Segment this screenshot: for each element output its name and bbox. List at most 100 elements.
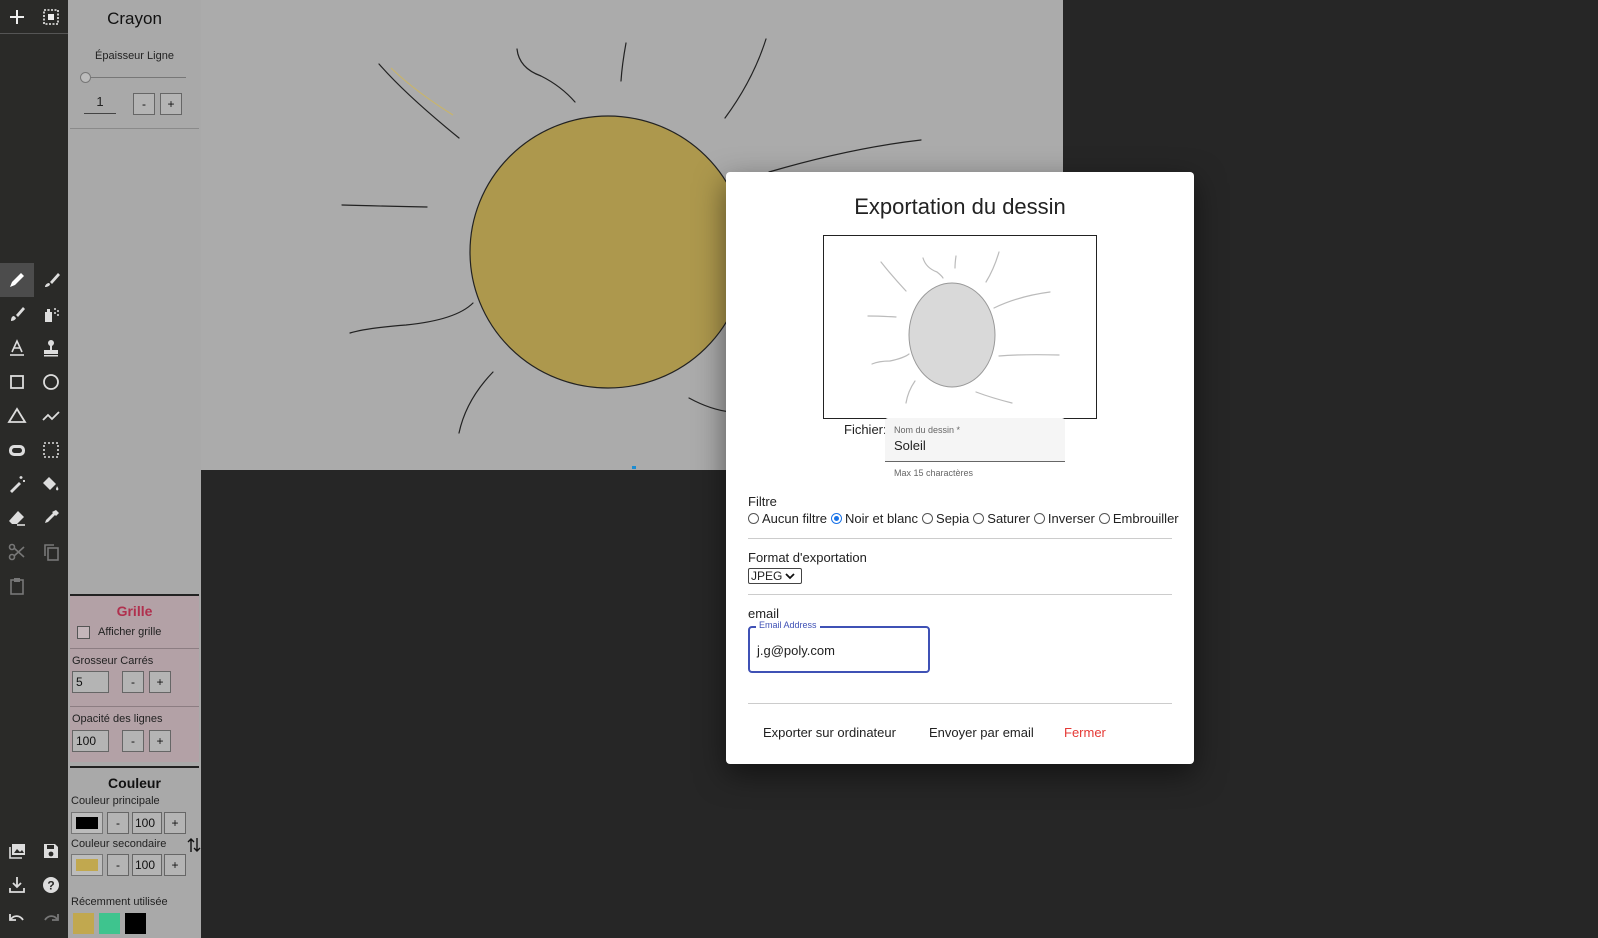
thickness-minus-button[interactable]: - bbox=[133, 93, 155, 115]
grid-size-field[interactable]: 5 bbox=[72, 671, 109, 693]
secondary-opacity-plus-button[interactable]: + bbox=[164, 854, 186, 876]
grid-size-minus-button[interactable]: - bbox=[122, 671, 144, 693]
secondary-opacity-minus-button[interactable]: - bbox=[107, 854, 129, 876]
recent-colors-list bbox=[73, 913, 146, 934]
gallery-icon[interactable] bbox=[0, 834, 34, 868]
thickness-label: Épaisseur Ligne bbox=[95, 50, 174, 62]
primary-opacity-plus-button[interactable]: + bbox=[164, 812, 186, 834]
email-input[interactable]: Email Address j.g@poly.com bbox=[748, 620, 930, 673]
show-grid-checkbox[interactable] bbox=[77, 626, 90, 639]
grid-opacity-label: Opacité des lignes bbox=[72, 713, 163, 725]
filter-label: Filtre bbox=[748, 494, 777, 509]
grid-opacity-field[interactable]: 100 bbox=[72, 730, 109, 752]
eraser-icon[interactable] bbox=[0, 501, 34, 535]
select-all-icon[interactable] bbox=[34, 0, 68, 34]
filter-radio-group: Aucun filtre Noir et blanc Sepia Saturer Inv… bbox=[748, 511, 1183, 526]
pencil-icon[interactable] bbox=[0, 263, 34, 297]
undo-icon[interactable] bbox=[0, 902, 34, 936]
thickness-plus-button[interactable]: + bbox=[160, 93, 182, 115]
send-by-email-button[interactable]: Envoyer par email bbox=[919, 719, 1044, 746]
grid-divider bbox=[70, 706, 199, 707]
filter-option[interactable]: Embrouiller bbox=[1098, 511, 1179, 526]
dialog-title: Exportation du dessin bbox=[854, 194, 1066, 219]
email-section-label: email bbox=[748, 606, 780, 621]
filter-option[interactable]: Sepia bbox=[922, 511, 969, 526]
filter-option[interactable]: Saturer bbox=[973, 511, 1030, 526]
grid-section-title: Grille bbox=[116, 603, 153, 619]
filter-radio[interactable] bbox=[973, 513, 985, 524]
filter-radio[interactable] bbox=[1098, 513, 1110, 524]
drawing-name-field-label: Nom du dessin * bbox=[894, 425, 961, 435]
color-section-divider bbox=[70, 766, 199, 768]
triangle-icon[interactable] bbox=[0, 399, 34, 433]
sun-circle bbox=[469, 115, 747, 389]
filter-option[interactable]: Aucun filtre bbox=[748, 511, 827, 526]
recent-colors-label: Récemment utilisée bbox=[71, 896, 168, 908]
brush-icon[interactable] bbox=[34, 263, 68, 297]
grid-divider bbox=[70, 648, 199, 649]
cut-icon[interactable] bbox=[0, 535, 34, 569]
thickness-slider-track[interactable] bbox=[82, 77, 186, 78]
email-input-label: Email Address bbox=[756, 620, 820, 630]
sun-ray bbox=[620, 42, 627, 82]
recent-color-swatch[interactable] bbox=[73, 913, 94, 934]
filter-option-label: Inverser bbox=[1047, 511, 1095, 526]
chevron-down-icon bbox=[785, 573, 795, 580]
recent-color-swatch[interactable] bbox=[99, 913, 120, 934]
sun-ray bbox=[768, 139, 922, 173]
filter-radio[interactable] bbox=[748, 513, 759, 524]
export-dialog: Exportation du dessin Fichier: Nom du de… bbox=[726, 172, 1194, 764]
export-to-computer-button[interactable]: Exporter sur ordinateur bbox=[753, 719, 906, 746]
filter-radio[interactable] bbox=[1033, 513, 1045, 524]
primary-color-swatch[interactable] bbox=[71, 812, 103, 834]
thickness-slider-thumb[interactable] bbox=[80, 72, 91, 83]
magic-wand-icon[interactable] bbox=[0, 467, 34, 501]
secondary-color-swatch[interactable] bbox=[71, 854, 103, 876]
filter-option[interactable]: Noir et blanc bbox=[831, 511, 918, 526]
selection-icon[interactable] bbox=[34, 433, 68, 467]
ellipse-icon[interactable] bbox=[34, 365, 68, 399]
text-icon[interactable] bbox=[0, 331, 34, 365]
polyline-icon[interactable] bbox=[34, 399, 68, 433]
show-grid-label: Afficher grille bbox=[98, 626, 162, 638]
paint-bucket-icon[interactable] bbox=[34, 467, 68, 501]
filter-option-label: Embrouiller bbox=[1112, 511, 1179, 526]
close-button[interactable]: Fermer bbox=[1054, 719, 1116, 746]
paste-icon[interactable] bbox=[0, 569, 34, 603]
add-icon[interactable] bbox=[0, 0, 34, 34]
filter-radio[interactable] bbox=[922, 513, 934, 524]
filter-option-label: Aucun filtre bbox=[762, 511, 828, 526]
grid-opacity-plus-button[interactable]: + bbox=[149, 730, 171, 752]
primary-opacity-field[interactable]: 100 bbox=[132, 812, 162, 834]
format-label: Format d'exportation bbox=[748, 550, 867, 565]
filled-ellipse-icon[interactable] bbox=[0, 433, 34, 467]
recent-color-swatch[interactable] bbox=[125, 913, 146, 934]
save-icon[interactable] bbox=[34, 834, 68, 868]
primary-opacity-minus-button[interactable]: - bbox=[107, 812, 129, 834]
stamp-icon[interactable] bbox=[34, 331, 68, 365]
tool-sidebar: ? bbox=[0, 0, 68, 938]
grid-section: Grille Afficher grille Grosseur Carrés 5… bbox=[70, 594, 199, 762]
email-input-value: j.g@poly.com bbox=[757, 643, 835, 658]
grid-size-plus-button[interactable]: + bbox=[149, 671, 171, 693]
color-section-title: Couleur bbox=[108, 775, 161, 791]
paint-brush-icon[interactable] bbox=[0, 297, 34, 331]
format-select[interactable]: JPEG bbox=[748, 568, 802, 584]
sun-ray bbox=[341, 204, 428, 208]
spray-icon[interactable] bbox=[34, 297, 68, 331]
export-icon[interactable] bbox=[0, 868, 34, 902]
rectangle-icon[interactable] bbox=[0, 365, 34, 399]
copy-icon[interactable] bbox=[34, 535, 68, 569]
filter-radio[interactable] bbox=[831, 513, 843, 524]
drawing-name-field[interactable]: Nom du dessin * Soleil bbox=[885, 418, 1065, 462]
eyedropper-icon[interactable] bbox=[34, 501, 68, 535]
export-preview bbox=[823, 235, 1097, 419]
swap-colors-icon[interactable] bbox=[187, 836, 201, 854]
secondary-opacity-field[interactable]: 100 bbox=[132, 854, 162, 876]
redo-icon[interactable] bbox=[34, 902, 68, 936]
thickness-value-field[interactable]: 1 bbox=[84, 94, 116, 114]
help-icon[interactable]: ? bbox=[34, 868, 68, 902]
grid-opacity-minus-button[interactable]: - bbox=[122, 730, 144, 752]
sun-ray bbox=[378, 63, 460, 139]
filter-option[interactable]: Inverser bbox=[1033, 511, 1095, 526]
